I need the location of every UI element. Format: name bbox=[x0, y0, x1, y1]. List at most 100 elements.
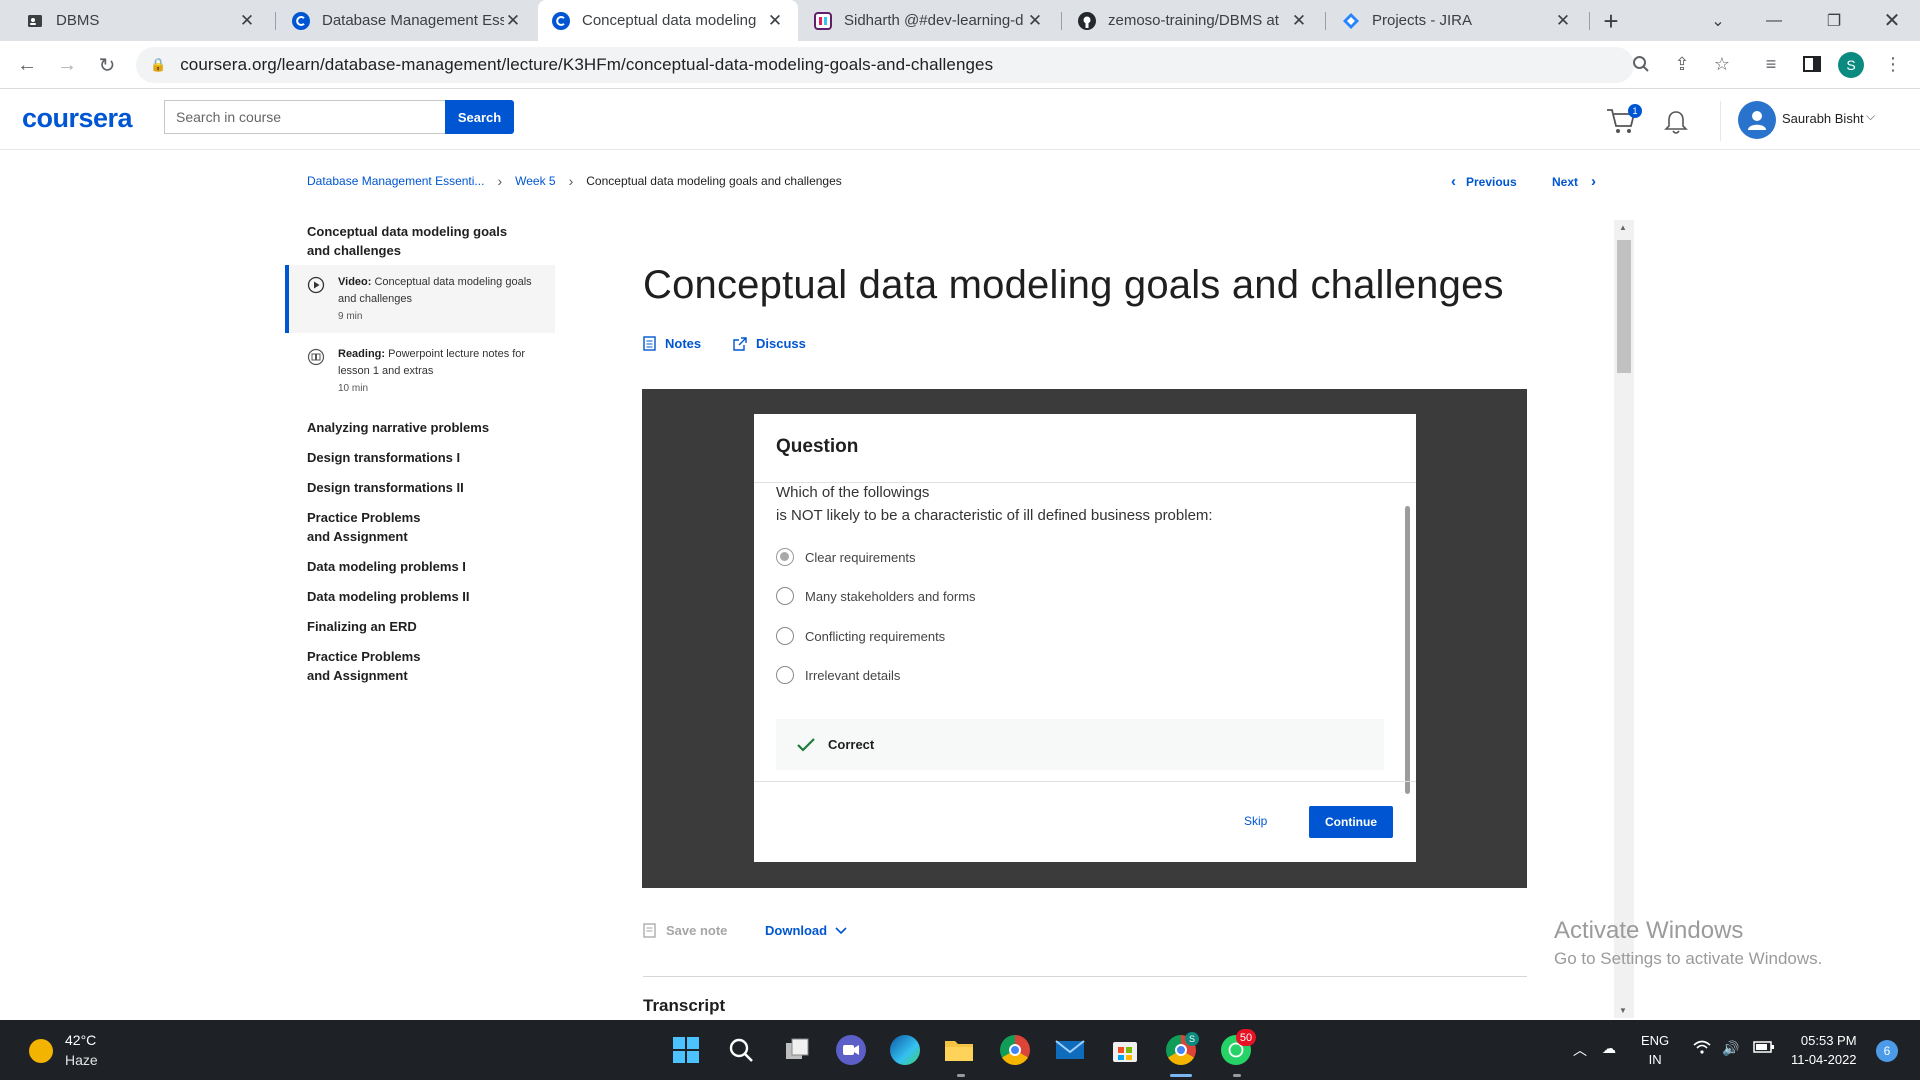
jira-icon bbox=[1342, 12, 1360, 30]
chrome-icon[interactable] bbox=[1000, 1035, 1030, 1065]
windows-taskbar: 42°C Haze S 50 ︿ ☁ ENG IN 🔊 05:53 PM 11-… bbox=[0, 1020, 1920, 1080]
sidebar-link-data-modeling-problems-2[interactable]: Data modeling problems II bbox=[285, 587, 555, 606]
search-input[interactable]: Search in course bbox=[164, 100, 446, 134]
show-hidden-icons-chevron-icon[interactable]: ︿ bbox=[1573, 1040, 1587, 1060]
browser-tab-slack[interactable]: Sidharth @#dev-learning-d ✕ bbox=[800, 0, 1058, 41]
battery-icon[interactable] bbox=[1753, 1040, 1775, 1057]
radio-button[interactable] bbox=[776, 587, 794, 605]
url-text[interactable]: coursera.org/learn/database-management/l… bbox=[180, 55, 993, 75]
sidebar-item-reading[interactable]: Reading: Powerpoint lecture notes for le… bbox=[285, 337, 555, 405]
sidebar-link-design-transformations-1[interactable]: Design transformations I bbox=[285, 448, 555, 467]
continue-button[interactable]: Continue bbox=[1309, 806, 1393, 838]
answer-option-label: Many stakeholders and forms bbox=[805, 588, 976, 604]
forward-button[interactable]: → bbox=[53, 51, 81, 79]
save-note-button[interactable]: Save note bbox=[643, 923, 727, 938]
browser-tab-dbms[interactable]: DBMS ✕ bbox=[12, 0, 270, 41]
chevron-down-icon bbox=[835, 926, 847, 934]
volume-icon[interactable]: 🔊 bbox=[1722, 1040, 1739, 1057]
close-icon[interactable]: ✕ bbox=[1026, 11, 1044, 30]
lock-icon[interactable]: 🔒 bbox=[150, 57, 166, 73]
reading-list-icon[interactable]: ≡ bbox=[1758, 51, 1784, 77]
share-icon[interactable]: ⇪ bbox=[1669, 51, 1695, 77]
user-avatar[interactable] bbox=[1738, 101, 1776, 139]
notification-bell-icon[interactable] bbox=[1664, 109, 1690, 135]
sidebar-link-design-transformations-2[interactable]: Design transformations II bbox=[285, 478, 555, 497]
browser-tab-github[interactable]: zemoso-training/DBMS at ✕ bbox=[1064, 0, 1322, 41]
discuss-button[interactable]: Discuss bbox=[733, 336, 806, 351]
scroll-down-arrow-icon[interactable]: ▼ bbox=[1619, 1006, 1627, 1015]
close-icon[interactable]: ✕ bbox=[1554, 11, 1572, 30]
skip-button[interactable]: Skip bbox=[1244, 814, 1267, 828]
tab-search-button[interactable]: ⌄ bbox=[1690, 0, 1746, 41]
download-dropdown[interactable]: Download bbox=[765, 923, 847, 938]
answer-option[interactable]: Many stakeholders and forms bbox=[776, 587, 976, 605]
task-view-icon[interactable] bbox=[782, 1035, 812, 1065]
address-bar[interactable]: 🔒 coursera.org/learn/database-management… bbox=[136, 47, 1634, 83]
watermark-line: Activate Windows bbox=[1554, 917, 1744, 944]
answer-option[interactable]: Irrelevant details bbox=[776, 666, 900, 684]
teams-chat-icon[interactable] bbox=[836, 1035, 866, 1065]
close-icon[interactable]: ✕ bbox=[238, 11, 256, 30]
answer-option[interactable]: Clear requirements bbox=[776, 548, 916, 566]
store-icon[interactable] bbox=[1110, 1035, 1140, 1065]
sidebar-section-title[interactable]: Conceptual data modeling goals and chall… bbox=[285, 222, 555, 260]
user-name[interactable]: Saurabh Bisht bbox=[1782, 111, 1864, 126]
close-icon[interactable]: ✕ bbox=[504, 11, 522, 30]
next-button[interactable]: Next › bbox=[1552, 173, 1596, 190]
sidebar-link-finalizing-an-erd[interactable]: Finalizing an ERD bbox=[285, 617, 555, 636]
watermark-line: Go to Settings to activate Windows. bbox=[1554, 949, 1823, 968]
search-icon[interactable] bbox=[726, 1035, 756, 1065]
weather-sun-icon[interactable] bbox=[29, 1039, 53, 1063]
minimize-button[interactable]: — bbox=[1746, 0, 1802, 41]
back-button[interactable]: ← bbox=[13, 51, 41, 79]
previous-button[interactable]: ‹ Previous bbox=[1451, 173, 1517, 190]
zoom-icon[interactable] bbox=[1628, 51, 1654, 77]
side-panel-icon[interactable] bbox=[1799, 51, 1825, 77]
menu-icon[interactable]: ⋮ bbox=[1880, 51, 1906, 77]
sidebar-item-video[interactable]: Video: Conceptual data modeling goals an… bbox=[285, 265, 555, 333]
input-language-indicator[interactable]: ENG IN bbox=[1641, 1031, 1669, 1069]
bookmark-star-icon[interactable]: ☆ bbox=[1709, 51, 1735, 77]
coursera-logo[interactable]: coursera bbox=[22, 103, 133, 134]
breadcrumb-course-link[interactable]: Database Management Essenti... bbox=[307, 174, 484, 188]
breadcrumb-week-link[interactable]: Week 5 bbox=[515, 174, 555, 188]
file-explorer-icon[interactable] bbox=[944, 1035, 974, 1065]
search-button[interactable]: Search bbox=[445, 100, 514, 134]
close-icon[interactable]: ✕ bbox=[1290, 11, 1308, 30]
sidebar-link-analyzing-narrative-problems[interactable]: Analyzing narrative problems bbox=[285, 418, 555, 437]
notification-count-badge[interactable]: 6 bbox=[1876, 1040, 1898, 1062]
onedrive-cloud-icon[interactable]: ☁ bbox=[1602, 1040, 1616, 1057]
new-tab-button[interactable]: + bbox=[1598, 6, 1624, 36]
scrollbar-thumb[interactable] bbox=[1617, 240, 1631, 373]
weather-temperature[interactable]: 42°C bbox=[65, 1032, 96, 1048]
breadcrumb: Database Management Essenti... › Week 5 … bbox=[307, 173, 842, 189]
system-clock[interactable]: 05:53 PM 11-04-2022 bbox=[1791, 1031, 1857, 1069]
wifi-icon[interactable] bbox=[1693, 1040, 1711, 1057]
radio-button[interactable] bbox=[776, 666, 794, 684]
contact-icon bbox=[26, 12, 44, 30]
reload-button[interactable]: ↻ bbox=[93, 51, 121, 79]
browser-tab-database-management[interactable]: Database Management Ess ✕ bbox=[278, 0, 536, 41]
dialog-scrollbar[interactable] bbox=[1405, 506, 1410, 794]
browser-tab-jira[interactable]: Projects - JIRA ✕ bbox=[1328, 0, 1586, 41]
answer-option[interactable]: Conflicting requirements bbox=[776, 627, 945, 645]
chrome-profile-badge: S bbox=[1185, 1032, 1199, 1046]
profile-avatar[interactable]: S bbox=[1838, 52, 1864, 78]
windows-start-icon[interactable] bbox=[671, 1035, 701, 1065]
restore-button[interactable]: ❐ bbox=[1806, 0, 1862, 41]
chevron-down-icon[interactable]: ⌵ bbox=[1866, 109, 1875, 124]
page-scrollbar[interactable]: ▲ ▼ bbox=[1614, 220, 1634, 1018]
browser-tab-conceptual-data-modeling[interactable]: Conceptual data modeling ✕ bbox=[538, 0, 798, 41]
notes-button[interactable]: Notes bbox=[643, 336, 701, 351]
sidebar-link-practice-problems-1[interactable]: Practice Problems and Assignment bbox=[285, 508, 555, 546]
radio-button-selected[interactable] bbox=[776, 548, 794, 566]
close-window-button[interactable]: ✕ bbox=[1864, 0, 1920, 41]
close-icon[interactable]: ✕ bbox=[766, 11, 784, 30]
edge-icon[interactable] bbox=[890, 1035, 920, 1065]
sidebar-link-practice-problems-2[interactable]: Practice Problems and Assignment bbox=[285, 647, 555, 685]
weather-description[interactable]: Haze bbox=[65, 1052, 98, 1068]
radio-button[interactable] bbox=[776, 627, 794, 645]
sidebar-link-data-modeling-problems-1[interactable]: Data modeling problems I bbox=[285, 557, 555, 576]
scroll-up-arrow-icon[interactable]: ▲ bbox=[1619, 223, 1627, 232]
mail-icon[interactable] bbox=[1055, 1035, 1085, 1065]
